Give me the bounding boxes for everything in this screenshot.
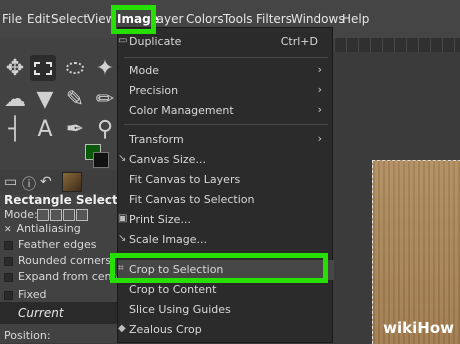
submenu-arrow-icon: › (317, 83, 322, 96)
fixed-mode-combo[interactable]: Current (0, 302, 118, 324)
menu-filters[interactable]: Filters (256, 12, 292, 26)
crop-to-selection-highlight (110, 253, 328, 283)
submenu-arrow-icon: › (317, 132, 322, 145)
menu-item-precision[interactable]: Precision › (118, 81, 334, 101)
tool-options-title: Rectangle Select (4, 193, 118, 207)
menu-item-print-size[interactable]: ▣ Print Size... (118, 210, 334, 230)
duplicate-shortcut: Ctrl+D (280, 35, 318, 48)
menu-select[interactable]: Select (51, 12, 88, 26)
duplicate-icon: ▭ (118, 35, 128, 46)
fixed-mode-value: Current (18, 306, 64, 320)
menu-item-scale-image[interactable]: ↘ Scale Image... (118, 230, 334, 250)
menu-colors[interactable]: Colors (186, 12, 224, 26)
menu-item-canvas-size[interactable]: ↘ Canvas Size... (118, 150, 334, 170)
menu-item-slice-using-guides[interactable]: Slice Using Guides (118, 300, 334, 320)
scale-icon: ↘ (118, 233, 127, 244)
menu-item-transform[interactable]: Transform › (118, 130, 334, 150)
menu-item-crop-to-content[interactable]: Crop to Content (118, 280, 334, 300)
menu-item-mode[interactable]: Mode › (118, 61, 334, 81)
fixed-option[interactable]: Fixed (4, 288, 47, 301)
perspective-tool-icon[interactable]: ┤ (2, 116, 28, 142)
submenu-arrow-icon: › (317, 63, 322, 76)
menu-tools[interactable]: Tools (223, 12, 253, 26)
image-menu-dropdown: ▭ Duplicate Ctrl+D Mode › Precision › Co… (117, 27, 334, 343)
eraser-tool-icon[interactable]: ✏ (92, 86, 118, 112)
menu-separator (124, 57, 328, 58)
text-tool-icon[interactable]: A (32, 116, 58, 142)
menu-help[interactable]: Help (342, 12, 369, 26)
color-picker-tool-icon[interactable]: ✒ (62, 116, 88, 142)
expand-from-center-checkbox[interactable] (4, 272, 13, 282)
image-canvas[interactable] (372, 160, 460, 344)
device-status-tab-icon[interactable]: ⓘ (22, 174, 36, 194)
submenu-arrow-icon: › (317, 103, 322, 116)
rounded-corners-checkbox[interactable] (4, 256, 13, 266)
paintbrush-tool-icon[interactable]: ✎ (62, 86, 88, 112)
warp-tool-icon[interactable]: ☁ (2, 86, 28, 112)
mode-replace-icon[interactable] (37, 209, 49, 221)
position-label: Position: (4, 329, 51, 342)
dock-tab-row: ▭ ⓘ ↶ (0, 170, 118, 194)
rect-select-tool-icon[interactable] (30, 55, 56, 81)
lasso-tool-icon[interactable] (62, 55, 88, 81)
fuzzy-select-tool-icon[interactable]: ✦ (92, 55, 118, 81)
mode-subtract-icon[interactable] (63, 209, 75, 221)
menu-file[interactable]: File (2, 12, 22, 26)
mode-add-icon[interactable] (50, 209, 62, 221)
feather-edges-checkbox[interactable] (4, 240, 13, 250)
canvas-size-icon: ↘ (118, 153, 127, 164)
tool-options-tab-icon[interactable]: ▭ (4, 174, 17, 190)
zoom-tool-icon[interactable]: ⚲ (92, 116, 118, 142)
mode-intersect-icon[interactable] (76, 209, 88, 221)
print-icon: ▣ (118, 213, 128, 224)
menu-item-color-management[interactable]: Color Management › (118, 101, 334, 121)
fixed-checkbox[interactable] (4, 290, 13, 300)
mode-label: Mode: (4, 208, 38, 221)
antialiasing-option[interactable]: ✕ Antialiasing (4, 222, 81, 235)
rounded-corners-option[interactable]: Rounded corners (4, 254, 111, 267)
menu-item-zealous-crop[interactable]: ◆ Zealous Crop (118, 320, 334, 340)
wikihow-watermark: wikiHow (383, 319, 454, 337)
image-menu-highlight (111, 5, 156, 34)
background-color-swatch[interactable] (93, 152, 109, 168)
bucket-fill-tool-icon[interactable]: ▼ (32, 86, 58, 112)
feather-edges-option[interactable]: Feather edges (4, 238, 97, 251)
undo-history-tab-icon[interactable]: ↶ (40, 174, 52, 190)
antialiasing-check-icon[interactable]: ✕ (4, 225, 12, 235)
horizontal-ruler (334, 38, 460, 52)
move-tool-icon[interactable]: ✥ (2, 55, 28, 81)
menu-edit[interactable]: Edit (27, 12, 50, 26)
menu-windows[interactable]: Windows (291, 12, 345, 26)
menu-separator (124, 124, 328, 125)
images-tab-thumbnail[interactable] (62, 172, 82, 192)
menu-item-fit-canvas-to-selection[interactable]: Fit Canvas to Selection (118, 190, 334, 210)
menu-item-duplicate[interactable]: ▭ Duplicate Ctrl+D (118, 32, 334, 52)
expand-from-center-option[interactable]: Expand from center (4, 270, 127, 283)
zealous-crop-icon: ◆ (118, 323, 126, 334)
menu-item-fit-canvas-to-layers[interactable]: Fit Canvas to Layers (118, 170, 334, 190)
